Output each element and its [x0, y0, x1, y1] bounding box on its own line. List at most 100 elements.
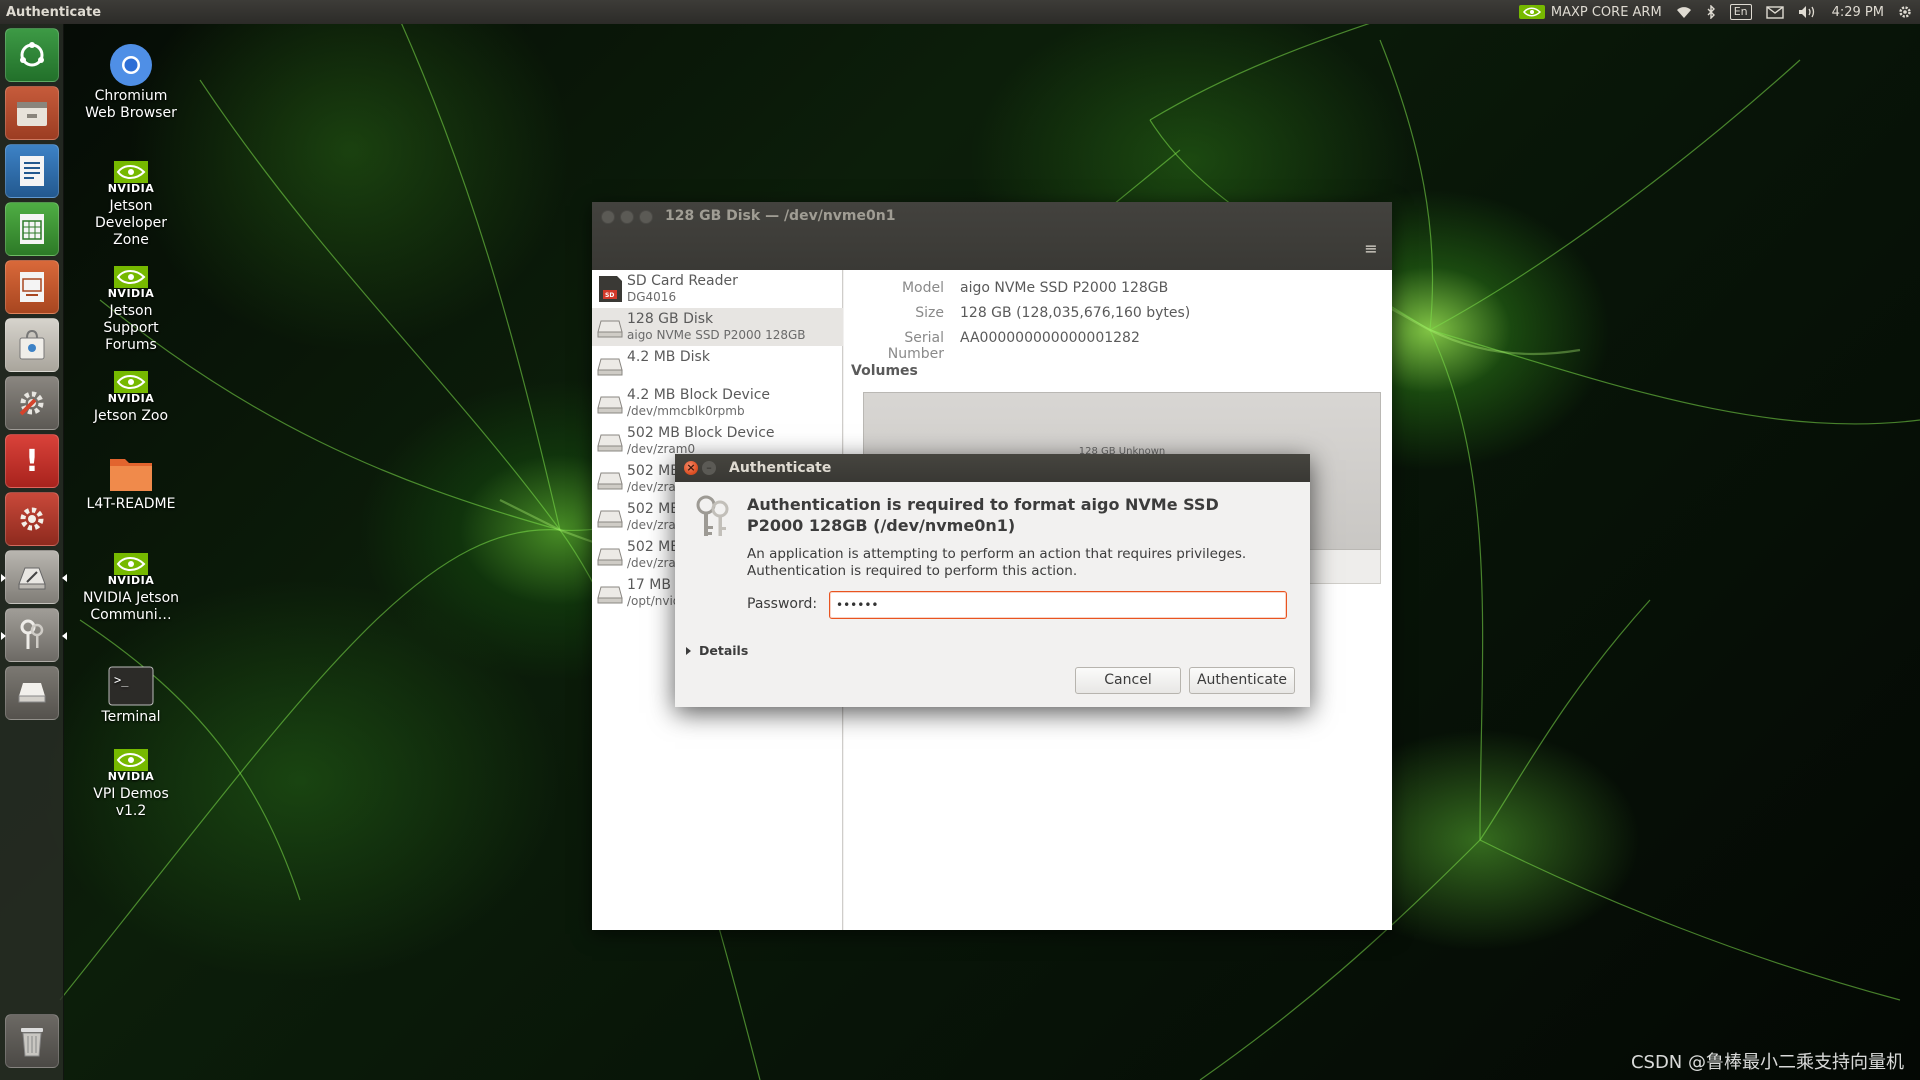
nvidia-brand: NVIDIA: [107, 392, 155, 405]
dialog-minimize-button[interactable]: –: [702, 461, 716, 475]
watermark: CSDN @鲁棒最小二乘支持向量机: [1630, 1052, 1904, 1073]
disk-drive-icon: [597, 434, 623, 452]
serial-number-value: AA000000000000001282: [960, 330, 1140, 346]
disk-drive-icon: [597, 548, 623, 566]
launcher-writer[interactable]: [5, 144, 59, 198]
svg-text:SD: SD: [605, 292, 614, 299]
desktop-icon-terminal[interactable]: >_ Terminal: [82, 665, 180, 726]
svg-text:>_: >_: [114, 673, 129, 687]
desktop-icon-nvidia-jetson-community[interactable]: NVIDIA NVIDIA Jetson Communi…: [82, 552, 180, 624]
nvidia-brand: NVIDIA: [107, 287, 155, 300]
disk-drive-icon: [597, 586, 623, 604]
desktop-icon-label: Jetson Support Forums: [103, 303, 159, 353]
window-close-button[interactable]: [601, 210, 615, 224]
indicator-area: MAXP CORE ARM En 4:29 PM: [1518, 4, 1912, 20]
wifi-icon[interactable]: [1676, 5, 1692, 19]
desktop-icon-label: VPI Demos v1.2: [93, 786, 169, 819]
clock[interactable]: 4:29 PM: [1832, 5, 1884, 20]
desktop-icon-label: Terminal: [101, 709, 161, 725]
sd-card-icon: SD: [599, 276, 622, 302]
device-item[interactable]: SD SD Card Reader DG4016: [592, 270, 843, 308]
details-label: Details: [699, 643, 749, 658]
software-center-icon: [19, 329, 45, 360]
desktop-icon-jetson-zoo[interactable]: NVIDIA Jetson Zoo: [82, 370, 180, 425]
launcher-passwords-keys[interactable]: [1, 608, 67, 662]
terminal-icon: >_: [108, 666, 154, 706]
launcher-impress[interactable]: [5, 260, 59, 314]
device-item[interactable]: 4.2 MB Block Device /dev/mmcblk0rpmb: [592, 384, 843, 422]
disk-drive-icon: [597, 510, 623, 528]
launcher-error-report[interactable]: !: [5, 434, 59, 488]
nvidia-logo-icon: [1518, 5, 1545, 19]
window-minimize-button[interactable]: [620, 210, 634, 224]
device-name: 128 GB Disk: [627, 311, 714, 327]
nvidia-brand: NVIDIA: [107, 182, 155, 195]
launcher-system-settings[interactable]: [5, 376, 59, 430]
window-maximize-button[interactable]: [639, 210, 653, 224]
mail-icon[interactable]: [1765, 5, 1784, 19]
desktop-icon-label: Chromium Web Browser: [85, 88, 177, 121]
settings-icon: [19, 391, 44, 416]
passwords-keys-icon: [20, 619, 44, 649]
dialog-close-button[interactable]: ×: [684, 461, 698, 475]
active-app-title: Authenticate: [6, 4, 102, 20]
impress-icon: [20, 272, 44, 302]
hamburger-menu-button[interactable]: ≡: [1359, 238, 1383, 262]
launcher-disks[interactable]: [1, 550, 67, 604]
launcher-disk-drive[interactable]: [5, 666, 59, 720]
nvidia-eye-icon: [114, 371, 148, 393]
password-field[interactable]: [829, 591, 1287, 619]
cancel-button[interactable]: Cancel: [1075, 667, 1181, 694]
dialog-titlebar: × – Authenticate: [675, 454, 1310, 482]
volumes-heading: Volumes: [851, 363, 918, 379]
size-value: 128 GB (128,035,676,160 bytes): [960, 305, 1191, 321]
chromium-icon: [110, 44, 152, 86]
device-name: 4.2 MB Block Device: [627, 387, 771, 403]
disk-drive-icon: [597, 396, 623, 414]
device-item[interactable]: 128 GB Disk aigo NVMe SSD P2000 128GB: [592, 308, 843, 346]
folder-icon: [110, 459, 152, 491]
desktop-icon-chromium[interactable]: Chromium Web Browser: [82, 44, 180, 122]
authenticate-button[interactable]: Authenticate: [1189, 667, 1295, 694]
desktop-icon-label: L4T-README: [86, 496, 176, 512]
nvidia-eye-icon: [114, 161, 148, 183]
expander-triangle-icon: [686, 646, 691, 655]
nvidia-brand: NVIDIA: [107, 574, 155, 587]
device-subtitle: aigo NVMe SSD P2000 128GB: [627, 328, 806, 342]
details-expander[interactable]: Details: [686, 643, 748, 658]
device-item[interactable]: 4.2 MB Disk: [592, 346, 843, 384]
power-mode-label: MAXP CORE ARM: [1550, 4, 1662, 20]
dialog-title: Authenticate: [729, 460, 832, 476]
disks-utility-icon: [18, 567, 46, 590]
desktop-icon-vpi-demos[interactable]: NVIDIA VPI Demos v1.2: [82, 748, 180, 820]
launcher-files[interactable]: [5, 86, 59, 140]
writer-icon: [20, 156, 44, 186]
desktop-icon-l4t-readme[interactable]: L4T-README: [82, 452, 180, 513]
system-gear-icon[interactable]: [1898, 5, 1912, 19]
device-subtitle: /dev/mmcblk0rpmb: [627, 404, 745, 418]
keyboard-language-indicator[interactable]: En: [1729, 4, 1752, 20]
launcher-trash[interactable]: [5, 1014, 59, 1068]
bluetooth-icon[interactable]: [1706, 5, 1716, 19]
desktop-icon-jetson-support-forums[interactable]: NVIDIA Jetson Support Forums: [82, 265, 180, 354]
desktop-icon-label: Jetson Zoo: [93, 408, 169, 424]
launcher-dash-button[interactable]: [5, 28, 59, 82]
window-title: 128 GB Disk — /dev/nvme0n1: [665, 208, 896, 224]
launcher-software-updater[interactable]: [5, 492, 59, 546]
auth-message: An application is attempting to perform …: [747, 546, 1247, 579]
model-value: aigo NVMe SSD P2000 128GB: [960, 280, 1169, 296]
keys-icon: [696, 495, 729, 536]
nvidia-power-indicator[interactable]: MAXP CORE ARM: [1518, 4, 1662, 20]
nvidia-eye-icon: [114, 553, 148, 575]
desktop-icon-jetson-developer-zone[interactable]: NVIDIA Jetson Developer Zone: [82, 160, 180, 249]
auth-heading: Authentication is required to format aig…: [747, 495, 1219, 535]
device-subtitle: DG4016: [627, 290, 677, 304]
disks-titlebar: 128 GB Disk — /dev/nvme0n1 ≡: [592, 202, 1392, 270]
volume-icon[interactable]: [1798, 5, 1818, 19]
launcher-software-center[interactable]: [5, 318, 59, 372]
desktop-icon-label: Jetson Developer Zone: [94, 198, 167, 248]
authenticate-dialog: × – Authenticate Authentication is requi…: [675, 454, 1310, 707]
device-name: 502 MB Block Device: [627, 425, 775, 441]
trash-icon: [21, 1028, 43, 1057]
launcher-calc[interactable]: [5, 202, 59, 256]
